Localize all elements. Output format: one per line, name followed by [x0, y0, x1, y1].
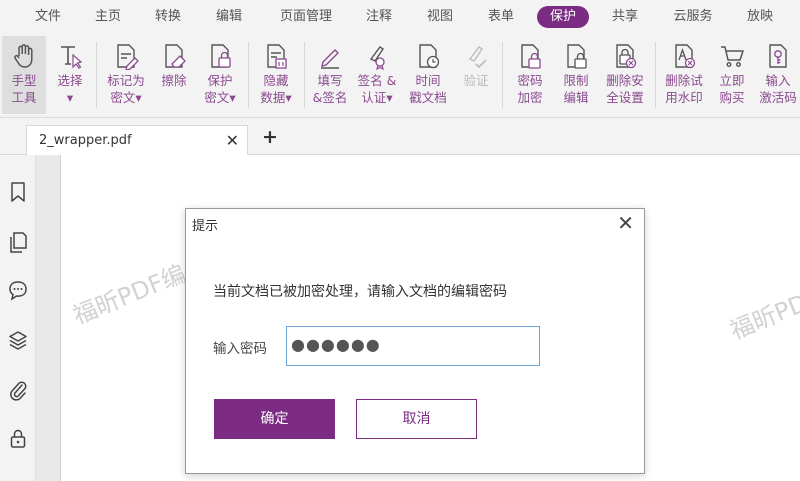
erase-button[interactable]: 擦除 — [154, 36, 194, 114]
hide-data-label: 隐藏 数据▾ — [260, 73, 292, 105]
activation-code-icon — [769, 44, 787, 68]
remove-watermark-label: 删除试 用水印 — [665, 73, 703, 105]
protect-redaction-icon — [211, 44, 231, 68]
timestamp-label: 时间 戳文档 — [409, 73, 447, 105]
watermark-text: 福昕PDF编 — [69, 259, 190, 331]
close-tab-icon[interactable]: ✕ — [226, 131, 239, 150]
hide-data-icon — [267, 44, 287, 69]
restrict-edit-button[interactable]: 限制 编辑 — [554, 36, 598, 114]
remove-security-icon — [616, 44, 637, 69]
activation-code-button[interactable]: 输入 激活码 — [756, 36, 800, 114]
menu-home[interactable]: 主页 — [90, 6, 126, 28]
remove-security-label: 删除安 全设置 — [606, 73, 644, 105]
remove-watermark-icon — [675, 44, 696, 69]
menu-file[interactable]: 文件 — [30, 6, 66, 28]
hand-tool-label: 手型 工具 — [11, 73, 37, 105]
menu-slideshow[interactable]: 放映 — [742, 6, 778, 28]
buy-now-label: 立即 购买 — [719, 73, 745, 105]
erase-label: 擦除 — [161, 73, 187, 88]
cancel-button[interactable]: 取消 — [356, 399, 477, 439]
timestamp-icon — [419, 44, 440, 69]
ribbon-separator — [304, 42, 305, 108]
timestamp-button[interactable]: 时间 戳文档 — [404, 36, 452, 114]
sign-certify-button[interactable]: 签名 & 认证▾ — [354, 36, 400, 114]
buy-now-button[interactable]: 立即 购买 — [712, 36, 752, 114]
validate-button[interactable]: 验证 — [456, 36, 496, 114]
comments-icon[interactable] — [8, 279, 28, 301]
watermark-text: 福昕PDF编 — [726, 274, 800, 346]
ribbon-toolbar: 手型 工具 选择 ▾ 标记为 密文▾ 擦除 保护 密文▾ 隐藏 数据▾ 填写 &… — [0, 34, 800, 118]
menu-view[interactable]: 视图 — [422, 6, 458, 28]
ribbon-separator — [248, 42, 249, 108]
activation-code-label: 输入 激活码 — [759, 73, 797, 105]
dialog-close-icon[interactable]: ✕ — [617, 211, 634, 235]
protect-redaction-label: 保护 密文▾ — [204, 73, 236, 105]
menu-form[interactable]: 表单 — [483, 6, 519, 28]
select-text-icon — [61, 46, 83, 69]
password-label: 输入密码 — [213, 341, 267, 357]
menu-protect[interactable]: 保护 — [537, 6, 589, 28]
password-encrypt-label: 密码 加密 — [517, 73, 543, 105]
ok-button[interactable]: 确定 — [214, 399, 335, 439]
hand-icon — [14, 44, 33, 68]
remove-watermark-button[interactable]: 删除试 用水印 — [660, 36, 708, 114]
menu-comment[interactable]: 注释 — [361, 6, 397, 28]
remove-security-button[interactable]: 删除安 全设置 — [600, 36, 650, 114]
bookmark-icon[interactable] — [8, 181, 28, 203]
ribbon-separator — [655, 42, 656, 108]
ribbon-separator — [96, 42, 97, 108]
fill-sign-label: 填写 &签名 — [312, 73, 348, 105]
password-encrypt-icon — [521, 44, 541, 69]
hand-tool-button[interactable]: 手型 工具 — [2, 36, 46, 114]
menu-page-management[interactable]: 页面管理 — [275, 6, 337, 28]
dialog-message: 当前文档已被加密处理，请输入文档的编辑密码 — [213, 284, 507, 300]
hide-data-button[interactable]: 隐藏 数据▾ — [254, 36, 298, 114]
select-label: 选择 ▾ — [57, 73, 83, 105]
mark-redaction-label: 标记为 密文▾ — [107, 73, 145, 105]
select-button[interactable]: 选择 ▾ — [50, 36, 90, 114]
document-tab[interactable]: 2_wrapper.pdf ✕ — [26, 125, 248, 155]
menu-bar: 文件 主页 转换 编辑 页面管理 注释 视图 表单 保护 共享 云服务 放映 — [0, 0, 800, 34]
menu-cloud[interactable]: 云服务 — [668, 6, 718, 28]
password-input[interactable]: ●●●●●● — [286, 326, 540, 366]
fill-sign-icon — [321, 49, 339, 69]
layers-icon[interactable] — [8, 329, 28, 351]
mark-redaction-button[interactable]: 标记为 密文▾ — [102, 36, 150, 114]
sign-certify-icon — [369, 46, 385, 70]
protect-redaction-button[interactable]: 保护 密文▾ — [198, 36, 242, 114]
eraser-icon — [165, 44, 186, 68]
password-dialog: 提示 ✕ 当前文档已被加密处理，请输入文档的编辑密码 输入密码 ●●●●●● 确… — [185, 208, 645, 474]
validate-label: 验证 — [463, 73, 489, 88]
restrict-edit-label: 限制 编辑 — [563, 73, 589, 105]
menu-convert[interactable]: 转换 — [150, 6, 186, 28]
fill-sign-button[interactable]: 填写 &签名 — [308, 36, 352, 114]
add-tab-button[interactable]: + — [262, 128, 278, 147]
restrict-edit-icon — [567, 44, 587, 69]
document-tab-name: 2_wrapper.pdf — [39, 133, 132, 148]
dialog-title: 提示 — [192, 219, 219, 234]
validate-icon — [468, 46, 487, 69]
cart-icon — [721, 46, 744, 68]
menu-share[interactable]: 共享 — [607, 6, 643, 28]
mark-redaction-icon — [117, 44, 139, 70]
ribbon-separator — [502, 42, 503, 108]
sign-certify-label: 签名 & 认证▾ — [357, 73, 397, 105]
pages-icon[interactable] — [8, 231, 28, 253]
attachment-icon[interactable] — [8, 379, 28, 401]
left-sidebar — [0, 155, 36, 481]
security-lock-icon[interactable] — [8, 427, 28, 449]
menu-edit[interactable]: 编辑 — [211, 6, 247, 28]
password-encrypt-button[interactable]: 密码 加密 — [508, 36, 552, 114]
document-tab-bar: 2_wrapper.pdf ✕ + — [0, 119, 800, 155]
